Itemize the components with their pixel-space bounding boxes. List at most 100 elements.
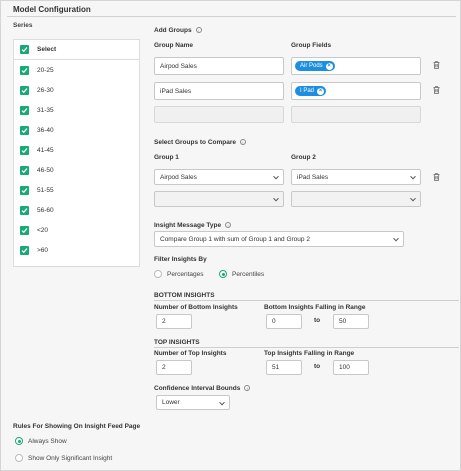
insight-message-type-value: Compare Group 1 with sum of Group 1 and … [160,235,310,243]
series-item[interactable]: 36-40 [14,120,139,140]
radio-unselected-icon[interactable] [15,454,23,462]
radio-selected-icon[interactable] [15,437,23,445]
remove-tag-icon[interactable]: × [325,62,333,70]
chevron-down-icon [219,399,225,405]
bottom-count-input[interactable]: 2 [156,314,192,329]
trash-icon[interactable] [433,86,440,94]
bottom-count-label: Number of Bottom Insights [154,304,238,311]
chevron-down-icon [273,173,279,180]
series-item[interactable]: 20-25 [14,60,139,80]
range-to-label: to [314,363,321,370]
add-groups-title-text: Add Groups [154,27,192,34]
checkbox-checked-icon[interactable] [20,245,29,255]
group-field-tag: Air Pods × [295,61,335,71]
bottom-insights-divider [154,300,459,301]
checkbox-checked-icon[interactable] [20,125,29,135]
trash-icon[interactable] [433,173,440,181]
rule-option-label: Always Show [28,437,67,445]
series-item[interactable]: <20 [14,220,139,240]
group-fields-input-empty[interactable] [291,106,421,123]
top-count-label: Number of Top Insights [154,350,227,357]
checkbox-checked-icon[interactable] [20,205,29,215]
checkbox-checked-icon[interactable] [20,85,29,95]
rule-option-always-show[interactable]: Always Show [15,437,67,445]
top-range-to-input[interactable]: 100 [333,360,369,375]
group-fields-input[interactable]: Air Pods × [291,57,421,75]
filter-option-percentiles[interactable]: Percentiles [219,270,264,278]
info-icon[interactable]: i [244,385,251,392]
info-icon[interactable]: i [225,222,232,229]
top-count-input[interactable]: 2 [156,360,192,375]
checkbox-checked-icon[interactable] [20,145,29,155]
bottom-range-label: Bottom Insights Falling in Range [264,304,366,311]
group-name-input[interactable]: iPad Sales [154,82,284,100]
remove-tag-icon[interactable]: × [317,87,325,95]
rule-option-label: Show Only Significant Insight [28,454,113,462]
group-fields-header: Group Fields [291,42,332,49]
checkbox-checked-icon[interactable] [20,105,29,115]
radio-selected-icon[interactable] [219,270,227,278]
group-name-input-empty[interactable] [154,106,284,123]
group-2-select[interactable]: iPad Sales [291,169,421,185]
group-name-input[interactable]: Airpod Sales [154,57,284,75]
chevron-down-icon [273,195,279,202]
confidence-title-text: Confidence Interval Bounds [154,385,241,392]
group-1-select-empty[interactable] [154,191,284,207]
series-select-all-label: Select [37,46,57,53]
series-item[interactable]: 31-35 [14,100,139,120]
checkbox-checked-icon[interactable] [20,165,29,175]
series-item[interactable]: 26-30 [14,80,139,100]
checkbox-checked-icon[interactable] [20,45,29,54]
series-item[interactable]: 46-50 [14,160,139,180]
series-item-label: 26-30 [37,86,54,94]
checkbox-checked-icon[interactable] [20,65,29,75]
rule-option-significant-only[interactable]: Show Only Significant Insight [15,454,112,462]
filter-option-label: Percentages [167,270,204,278]
filter-option-percentages[interactable]: Percentages [154,270,204,278]
series-item-label: 51-55 [37,186,54,194]
rules-title: Rules For Showing On Insight Feed Page [13,423,141,430]
compare-title-text: Select Groups to Compare [154,139,236,146]
bottom-range-to-input[interactable]: 50 [333,314,369,329]
series-item-label: 36-40 [37,126,54,134]
group-name-header: Group Name [154,42,194,49]
confidence-bounds-select[interactable]: Lower [156,395,230,410]
radio-unselected-icon[interactable] [154,270,162,278]
chevron-down-icon [393,235,399,242]
top-insights-title: TOP INSIGHTS [154,339,200,346]
chevron-down-icon [410,195,416,202]
panel-title: Model Configuration [13,5,91,14]
trash-icon[interactable] [433,61,440,69]
insight-message-type-select[interactable]: Compare Group 1 with sum of Group 1 and … [154,231,404,247]
group-2-select-empty[interactable] [291,191,421,207]
compare-title: Select Groups to Compare i [154,139,246,146]
checkbox-checked-icon[interactable] [20,225,29,235]
insight-type-title-text: Insight Message Type [154,222,222,229]
series-item[interactable]: 56-60 [14,200,139,220]
series-item[interactable]: 51-55 [14,180,139,200]
info-icon[interactable]: i [240,139,246,146]
top-range-from-input[interactable]: 51 [266,360,302,375]
series-item-label: 46-50 [37,166,54,174]
top-range-label: Top Insights Falling in Range [264,350,355,357]
group-field-tag: I Pad × [295,86,327,96]
bottom-range-from-input[interactable]: 0 [266,314,302,329]
group-1-select[interactable]: Airpod Sales [154,169,284,185]
group-fields-input[interactable]: I Pad × [291,82,421,100]
filter-option-label: Percentiles [232,270,265,278]
series-select-all[interactable]: Select [14,40,139,60]
series-item-label: >60 [37,246,49,254]
confidence-title: Confidence Interval Bounds i [154,385,251,392]
top-insights-divider [154,347,459,348]
series-label: Series [13,22,33,29]
series-item-label: <20 [37,226,49,234]
insight-type-title: Insight Message Type i [154,222,232,229]
chevron-down-icon [410,173,416,180]
series-list: Select 20-25 26-30 31-35 36-40 41-45 46-50 51-… [13,39,140,267]
series-item[interactable]: 41-45 [14,140,139,160]
group-2-value: iPad Sales [297,173,329,181]
info-icon[interactable]: i [195,27,202,34]
series-item[interactable]: >60 [14,240,139,260]
checkbox-checked-icon[interactable] [20,185,29,195]
series-item-label: 20-25 [37,66,54,74]
